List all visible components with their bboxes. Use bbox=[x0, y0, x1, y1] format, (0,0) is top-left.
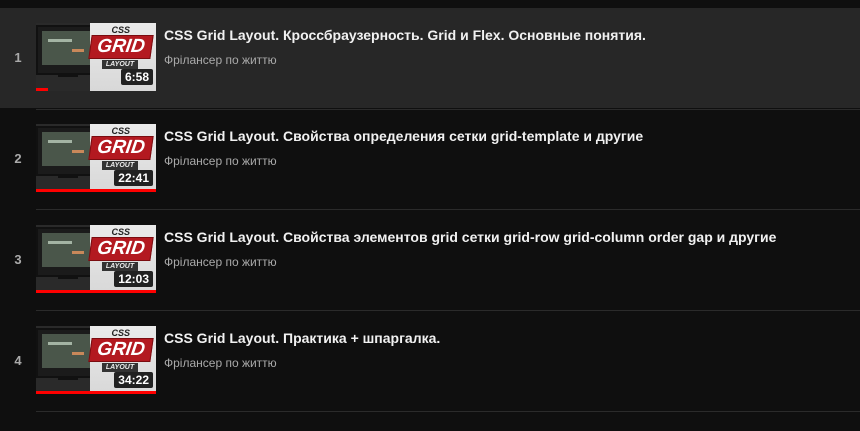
playlist-item-1[interactable]: 1 CSS GRID LAYOUT 6:58 CSS Grid Layout. … bbox=[0, 8, 860, 108]
thumb-layout-label: LAYOUT bbox=[102, 161, 138, 170]
monitor-illustration bbox=[36, 25, 96, 75]
monitor-illustration bbox=[36, 328, 96, 378]
playlist-item-2[interactable]: 2 CSS GRID LAYOUT 22:41 CSS Grid Layout.… bbox=[0, 109, 860, 209]
top-strip bbox=[0, 0, 860, 8]
item-meta: CSS Grid Layout. Практика + шпаргалка. Ф… bbox=[164, 311, 844, 371]
video-title[interactable]: CSS Grid Layout. Практика + шпаргалка. bbox=[164, 328, 844, 348]
thumb-grid-logo: GRID bbox=[88, 136, 154, 160]
video-thumbnail[interactable]: CSS GRID LAYOUT 34:22 bbox=[36, 326, 156, 394]
monitor-illustration bbox=[36, 126, 96, 176]
channel-name[interactable]: Фрілансер по життю bbox=[164, 355, 844, 371]
video-thumbnail[interactable]: CSS GRID LAYOUT 12:03 bbox=[36, 225, 156, 293]
thumb-css-label: CSS bbox=[111, 126, 130, 136]
playlist-item-3[interactable]: 3 CSS GRID LAYOUT 12:03 CSS Grid Layout.… bbox=[0, 210, 860, 310]
thumb-css-label: CSS bbox=[111, 25, 130, 35]
item-meta: CSS Grid Layout. Свойства элементов grid… bbox=[164, 210, 844, 270]
thumb-grid-logo: GRID bbox=[88, 35, 154, 59]
video-thumbnail[interactable]: CSS GRID LAYOUT 22:41 bbox=[36, 124, 156, 192]
playlist-item-4[interactable]: 4 CSS GRID LAYOUT 34:22 CSS Grid Layout.… bbox=[0, 311, 860, 411]
video-thumbnail[interactable]: CSS GRID LAYOUT 6:58 bbox=[36, 23, 156, 91]
thumb-grid-logo: GRID bbox=[88, 237, 154, 261]
duration-badge: 12:03 bbox=[114, 271, 153, 287]
watch-progress-bar bbox=[36, 290, 156, 293]
video-title[interactable]: CSS Grid Layout. Свойства элементов grid… bbox=[164, 227, 844, 247]
thumb-css-label: CSS bbox=[111, 328, 130, 338]
video-title[interactable]: CSS Grid Layout. Свойства определения се… bbox=[164, 126, 844, 146]
watch-progress-bar bbox=[36, 88, 48, 91]
video-title[interactable]: CSS Grid Layout. Кроссбраузерность. Grid… bbox=[164, 25, 844, 45]
thumb-layout-label: LAYOUT bbox=[102, 60, 138, 69]
thumb-layout-label: LAYOUT bbox=[102, 363, 138, 372]
item-index: 3 bbox=[14, 252, 22, 267]
divider bbox=[36, 411, 860, 412]
channel-name[interactable]: Фрілансер по життю bbox=[164, 52, 844, 68]
thumb-layout-label: LAYOUT bbox=[102, 262, 138, 271]
duration-badge: 22:41 bbox=[114, 170, 153, 186]
item-index: 1 bbox=[14, 50, 22, 65]
channel-name[interactable]: Фрілансер по життю bbox=[164, 153, 844, 169]
thumb-grid-logo: GRID bbox=[88, 338, 154, 362]
watch-progress-bar bbox=[36, 189, 156, 192]
watch-progress-bar bbox=[36, 391, 156, 394]
monitor-illustration bbox=[36, 227, 96, 277]
item-meta: CSS Grid Layout. Кроссбраузерность. Grid… bbox=[164, 8, 844, 68]
thumb-css-label: CSS bbox=[111, 227, 130, 237]
duration-badge: 6:58 bbox=[120, 69, 153, 85]
item-index: 4 bbox=[14, 353, 22, 368]
item-meta: CSS Grid Layout. Свойства определения се… bbox=[164, 109, 844, 169]
item-index: 2 bbox=[14, 151, 22, 166]
playlist-panel: 1 CSS GRID LAYOUT 6:58 CSS Grid Layout. … bbox=[0, 0, 860, 431]
duration-badge: 34:22 bbox=[114, 372, 153, 388]
channel-name[interactable]: Фрілансер по життю bbox=[164, 254, 844, 270]
